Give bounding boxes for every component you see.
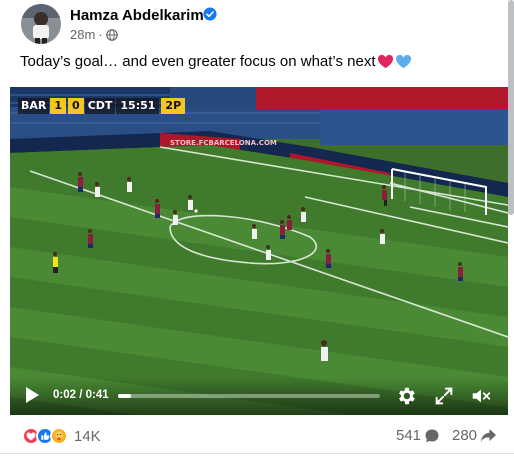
video-controls: 0:02 / 0:41 xyxy=(10,377,508,415)
video-progress-fill xyxy=(118,394,132,398)
globe-icon[interactable] xyxy=(105,28,118,41)
shares-count[interactable]: 280 xyxy=(452,427,497,444)
light-blue-heart-icon xyxy=(395,54,411,69)
post-meta: 28m · xyxy=(70,27,118,42)
comments-count-text: 541 xyxy=(396,427,422,444)
reactions-summary[interactable]: 14K xyxy=(22,427,101,445)
verified-badge-icon xyxy=(203,7,217,21)
page-scrollbar[interactable] xyxy=(508,0,514,215)
author-avatar[interactable] xyxy=(21,4,61,44)
post-timestamp[interactable]: 28m xyxy=(70,27,95,42)
play-icon[interactable] xyxy=(24,386,40,404)
share-icon xyxy=(481,428,497,443)
facebook-post: Hamza Abdelkarim 28m · Today’s goal… and… xyxy=(0,0,514,457)
caption-text: Today’s goal… and even greater focus on … xyxy=(20,53,376,70)
post-caption: Today’s goal… and even greater focus on … xyxy=(20,53,412,70)
away-team: CDT xyxy=(84,98,116,114)
svg-text:STORE.FCBARCELONA.COM: STORE.FCBARCELONA.COM xyxy=(170,139,277,147)
video-player[interactable]: STORE.FCBARCELONA.COM STORE.FCBARCELONA.… xyxy=(10,87,508,415)
scoreboard-overlay: BAR 1 0 CDT 15:51 2P xyxy=(18,98,186,114)
reaction-count: 14K xyxy=(74,427,101,445)
video-timecode: 0:02 / 0:41 xyxy=(53,389,109,401)
comment-icon xyxy=(425,429,439,442)
match-clock: 15:51 xyxy=(116,98,160,114)
home-team: BAR xyxy=(18,98,50,114)
mute-icon[interactable] xyxy=(470,385,492,407)
comments-count[interactable]: 541 xyxy=(396,427,440,444)
video-progress-bar[interactable] xyxy=(118,394,380,398)
match-footage: STORE.FCBARCELONA.COM STORE.FCBARCELONA.… xyxy=(10,87,508,415)
author-name[interactable]: Hamza Abdelkarim xyxy=(70,7,204,24)
shares-count-text: 280 xyxy=(452,427,478,444)
meta-separator: · xyxy=(98,27,103,42)
red-heart-icon xyxy=(377,54,393,69)
fullscreen-icon[interactable] xyxy=(433,385,455,407)
post-divider xyxy=(0,453,514,454)
settings-gear-icon[interactable] xyxy=(395,385,417,407)
away-score: 0 xyxy=(68,98,84,114)
match-period: 2P xyxy=(161,98,186,114)
home-score: 1 xyxy=(50,98,67,114)
care-icon xyxy=(50,427,68,445)
